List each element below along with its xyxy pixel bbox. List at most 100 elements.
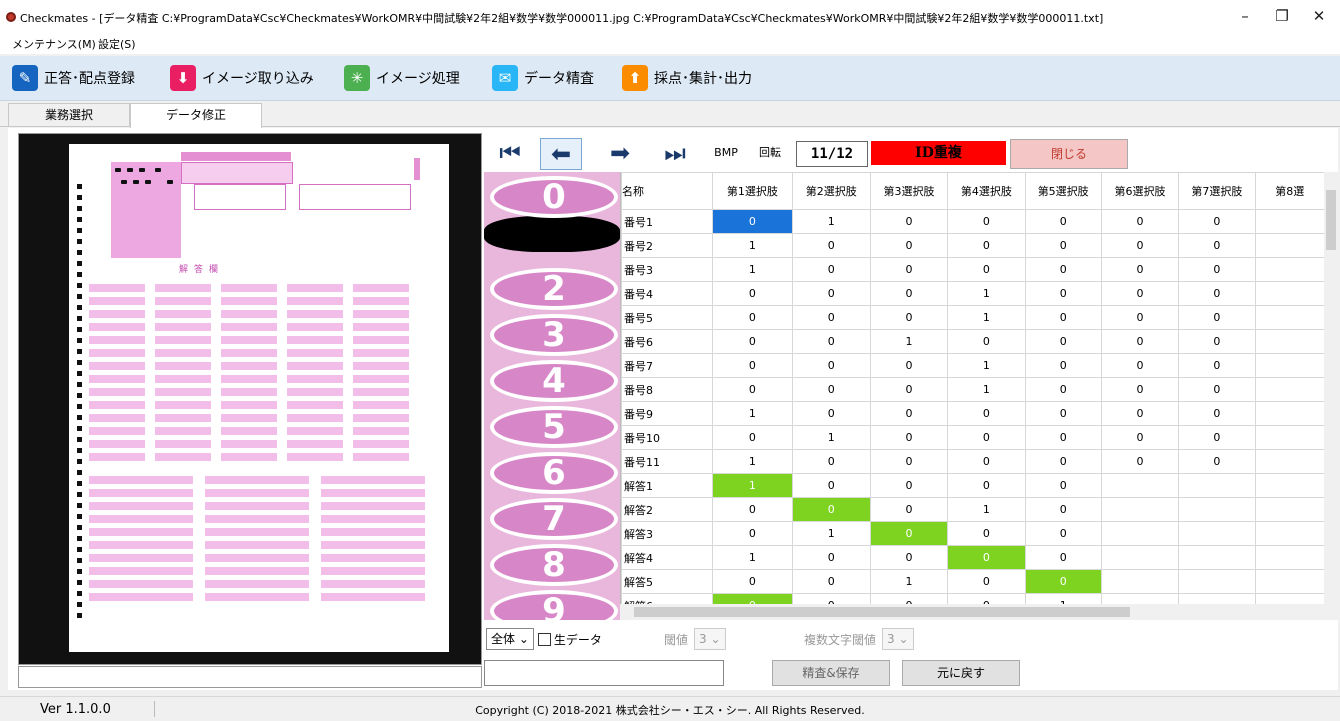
data-cell[interactable]: 1 (791, 209, 871, 234)
data-cell[interactable]: 0 (1024, 449, 1102, 474)
data-grid[interactable]: 名称 第1選択肢 第2選択肢 第3選択肢 第4選択肢 第5選択肢 第6選択肢 第7選択肢 第8選… (620, 172, 1325, 604)
data-cell[interactable] (1254, 281, 1325, 306)
data-cell[interactable] (1254, 305, 1325, 330)
data-cell[interactable]: 0 (1178, 209, 1256, 234)
column-header[interactable]: 第4選択肢 (947, 172, 1026, 210)
data-cell[interactable]: 0 (712, 425, 793, 450)
grid-horizontal-scrollbar[interactable] (620, 604, 1338, 620)
data-cell[interactable]: 0 (869, 545, 949, 570)
data-cell[interactable]: 0 (1024, 233, 1102, 258)
data-cell[interactable]: 0 (1178, 329, 1256, 354)
data-cell[interactable]: 0 (1024, 569, 1102, 594)
data-cell[interactable]: 0 (712, 281, 793, 306)
data-cell[interactable]: 0 (1100, 329, 1180, 354)
row-name-cell[interactable]: 番号2 (621, 233, 714, 258)
data-cell[interactable] (1254, 425, 1325, 450)
row-name-cell[interactable]: 番号1 (621, 209, 714, 234)
data-cell[interactable]: 0 (869, 425, 949, 450)
data-cell[interactable]: 1 (869, 569, 949, 594)
data-cell[interactable]: 0 (869, 377, 949, 402)
data-cell[interactable]: 0 (1024, 545, 1102, 570)
row-name-cell[interactable]: 解答5 (621, 569, 714, 594)
data-cell[interactable]: 0 (947, 449, 1026, 474)
data-cell[interactable] (1254, 257, 1325, 282)
data-cell[interactable]: 1 (947, 281, 1026, 306)
data-cell[interactable]: 0 (869, 305, 949, 330)
row-name-cell[interactable]: 番号5 (621, 305, 714, 330)
column-header[interactable]: 第6選択肢 (1100, 172, 1180, 210)
data-cell[interactable]: 1 (712, 473, 793, 498)
data-cell[interactable]: 1 (947, 353, 1026, 378)
data-cell[interactable]: 0 (791, 545, 871, 570)
data-cell[interactable] (1254, 233, 1325, 258)
data-cell[interactable]: 1 (947, 305, 1026, 330)
data-cell[interactable]: 0 (1024, 257, 1102, 282)
image-path-field[interactable] (18, 666, 482, 688)
minimize-button[interactable]: – (1230, 6, 1260, 26)
data-cell[interactable]: 0 (1024, 473, 1102, 498)
data-cell[interactable]: 0 (1178, 281, 1256, 306)
data-cell[interactable]: 0 (1178, 353, 1256, 378)
data-cell[interactable]: 0 (1178, 233, 1256, 258)
data-cell[interactable]: 0 (1100, 209, 1180, 234)
column-header[interactable]: 第7選択肢 (1178, 172, 1256, 210)
data-cell[interactable]: 0 (1024, 305, 1102, 330)
row-name-cell[interactable]: 解答3 (621, 521, 714, 546)
data-cell[interactable]: 0 (1024, 353, 1102, 378)
data-cell[interactable]: 0 (712, 569, 793, 594)
data-cell[interactable] (1254, 353, 1325, 378)
data-cell[interactable]: 0 (869, 233, 949, 258)
row-name-cell[interactable]: 番号8 (621, 377, 714, 402)
data-cell[interactable]: 0 (947, 257, 1026, 282)
data-cell[interactable]: 0 (869, 257, 949, 282)
menu-settings[interactable]: 設定(S) (98, 36, 136, 52)
data-cell[interactable]: 0 (1100, 281, 1180, 306)
data-cell[interactable] (1254, 497, 1325, 522)
row-name-cell[interactable]: 番号11 (621, 449, 714, 474)
data-cell[interactable]: 0 (1178, 305, 1256, 330)
column-header[interactable]: 第2選択肢 (791, 172, 871, 210)
data-cell[interactable]: 0 (1100, 257, 1180, 282)
data-cell[interactable]: 0 (1024, 497, 1102, 522)
data-cell[interactable]: 0 (947, 473, 1026, 498)
data-cell[interactable]: 0 (869, 401, 949, 426)
data-cell[interactable] (1100, 473, 1180, 498)
data-cell[interactable] (1254, 473, 1325, 498)
data-cell[interactable]: 0 (869, 209, 949, 234)
row-name-cell[interactable]: 番号10 (621, 425, 714, 450)
data-cell[interactable] (1254, 521, 1325, 546)
toolbar-button-1[interactable]: ✎ 正答･配点登録 (12, 64, 135, 92)
data-cell[interactable]: 0 (791, 497, 871, 522)
column-header[interactable]: 名称 (621, 172, 714, 210)
scope-select[interactable]: 全体 ⌄ (486, 628, 534, 650)
row-name-cell[interactable]: 解答4 (621, 545, 714, 570)
grid-vertical-scrollbar[interactable] (1324, 172, 1338, 604)
data-cell[interactable]: 0 (869, 281, 949, 306)
data-cell[interactable] (1100, 497, 1180, 522)
data-cell[interactable]: 0 (791, 401, 871, 426)
data-cell[interactable] (1254, 569, 1325, 594)
data-cell[interactable]: 1 (947, 377, 1026, 402)
tab-work-select[interactable]: 業務選択 (8, 103, 130, 126)
row-name-cell[interactable]: 解答2 (621, 497, 714, 522)
toolbar-button-3[interactable]: ✳ イメージ処理 (344, 64, 460, 92)
data-cell[interactable]: 0 (947, 209, 1026, 234)
data-cell[interactable]: 0 (1178, 377, 1256, 402)
data-cell[interactable]: 0 (1100, 449, 1180, 474)
data-cell[interactable]: 0 (1024, 209, 1102, 234)
multi-threshold-select[interactable]: 3 ⌄ (882, 628, 914, 650)
vertical-scroll-thumb[interactable] (1326, 190, 1336, 250)
data-cell[interactable]: 0 (791, 449, 871, 474)
row-name-cell[interactable]: 解答6 (621, 593, 714, 604)
data-cell[interactable]: 0 (1024, 521, 1102, 546)
data-cell[interactable]: 0 (712, 329, 793, 354)
data-cell[interactable]: 0 (1024, 401, 1102, 426)
data-cell[interactable]: 0 (791, 353, 871, 378)
data-cell[interactable] (1254, 449, 1325, 474)
data-cell[interactable]: 0 (869, 353, 949, 378)
close-window-button[interactable]: ✕ (1304, 6, 1334, 26)
data-cell[interactable] (1178, 473, 1256, 498)
data-cell[interactable]: 1 (712, 401, 793, 426)
data-cell[interactable]: 0 (947, 401, 1026, 426)
data-cell[interactable] (1100, 593, 1180, 604)
